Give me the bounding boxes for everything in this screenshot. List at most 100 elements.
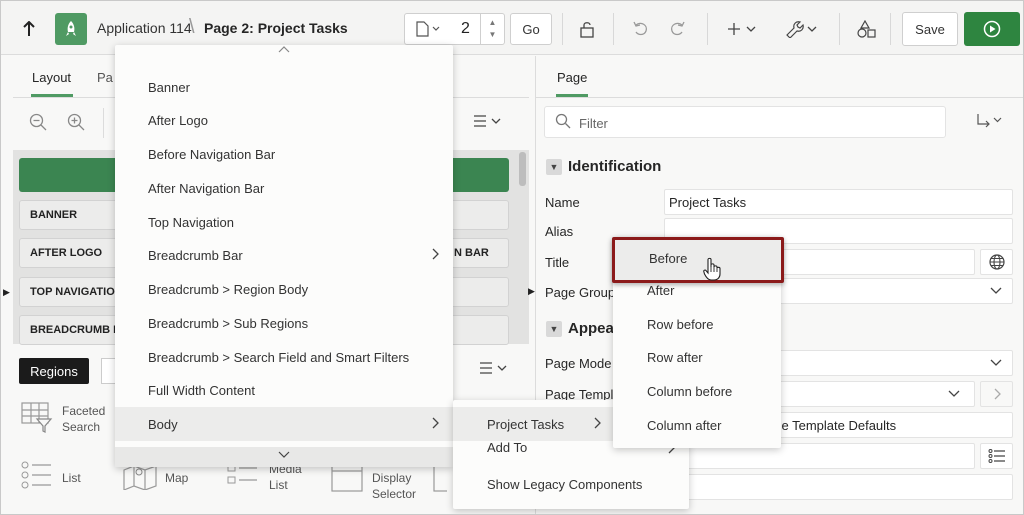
redo-icon[interactable] (661, 13, 693, 45)
menu-item-breadcrumb-search-field[interactable]: Breadcrumb > Search Field and Smart Filt… (115, 340, 453, 374)
chevron-down-icon[interactable] (948, 387, 960, 401)
menu-item-column-before[interactable]: Column before (613, 374, 781, 408)
component-label-line: Faceted (62, 404, 106, 418)
run-page-button[interactable] (964, 12, 1020, 46)
title-label: Title (545, 255, 570, 270)
shapes-icon[interactable] (851, 13, 883, 45)
page-group-label: Page Group (545, 285, 616, 300)
tab-page[interactable]: Page (557, 70, 587, 85)
menu-item-label: Breadcrumb > Search Field and Smart Filt… (148, 349, 410, 365)
menu-item-before[interactable]: Before (612, 237, 784, 283)
menu-item-label: Row before (647, 316, 714, 332)
scroll-down-icon[interactable] (278, 450, 290, 461)
menu-item-label: Breadcrumb > Sub Regions (148, 315, 309, 331)
chevron-down-icon[interactable]: ▼ (489, 29, 497, 41)
region-icon[interactable] (433, 462, 459, 498)
go-to-template-icon[interactable] (980, 381, 1013, 407)
menu-item-after-navigation-bar[interactable]: After Navigation Bar (115, 171, 453, 205)
app-name-link[interactable]: Application 114 (97, 20, 192, 36)
app-icon[interactable] (55, 13, 87, 45)
collapse-chevron-icon[interactable]: ▼ (546, 321, 562, 337)
layout-menu-icon[interactable] (473, 114, 503, 131)
page-number-input[interactable]: 2 (451, 13, 481, 45)
alias-label: Alias (545, 224, 574, 239)
chevron-down-icon[interactable] (990, 356, 1002, 370)
menu-item-before-navigation-bar[interactable]: Before Navigation Bar (115, 137, 453, 171)
identification-section-header[interactable]: ▼ Identification (536, 153, 1023, 183)
tab-page-search[interactable]: Pa (97, 70, 113, 85)
tab-layout[interactable]: Layout (32, 70, 71, 85)
up-arrow-icon[interactable] (15, 15, 43, 43)
menu-item-label: Show Legacy Components (487, 476, 643, 492)
gallery-menu-icon[interactable] (479, 361, 509, 378)
list-label[interactable]: List (62, 470, 81, 486)
menu-item-label: Project Tasks (487, 416, 565, 432)
slot-label: TOP NAVIGATION (30, 286, 123, 298)
wrench-icon[interactable] (781, 13, 821, 45)
section-title: Appea (568, 320, 614, 337)
slot-label: N BAR (454, 247, 489, 259)
css-classes-field[interactable] (664, 474, 1013, 500)
expand-triangle-icon[interactable]: ▶ (528, 286, 535, 297)
zoom-in-icon[interactable] (67, 113, 85, 136)
list-icon[interactable] (21, 461, 53, 495)
menu-item-banner[interactable]: Banner (115, 70, 453, 104)
display-selector-label[interactable]: Display Selector (372, 470, 416, 502)
menu-item-full-width-content[interactable]: Full Width Content (115, 373, 453, 407)
page-mode-label: Page Mode (545, 356, 612, 371)
chevron-down-icon[interactable] (990, 284, 1002, 298)
faceted-search-icon[interactable] (21, 401, 53, 439)
lock-icon[interactable] (571, 13, 603, 45)
go-button[interactable]: Go (510, 13, 552, 45)
faceted-search-label[interactable]: Faceted Search (62, 403, 105, 435)
page-picker-button[interactable] (404, 13, 452, 45)
toolbar-divider (562, 13, 563, 45)
map-label[interactable]: Map (165, 470, 188, 486)
name-label: Name (545, 195, 580, 210)
scroll-up-icon[interactable] (278, 46, 290, 57)
component-label-line: Selector (372, 487, 417, 501)
map-icon[interactable] (123, 464, 157, 496)
component-label-line: List (269, 478, 288, 492)
name-field[interactable]: Project Tasks (664, 189, 1013, 215)
menu-item-breadcrumb-sub-regions[interactable]: Breadcrumb > Sub Regions (115, 306, 453, 340)
page-number-stepper[interactable]: ▲ ▼ (481, 13, 505, 45)
expand-triangle-icon[interactable]: ▶ (3, 287, 10, 298)
chevron-up-icon[interactable]: ▲ (489, 17, 497, 29)
display-selector-icon[interactable] (331, 462, 363, 498)
save-button[interactable]: Save (902, 12, 958, 46)
menu-item-row-after[interactable]: Row after (613, 340, 781, 374)
zoom-out-icon[interactable] (29, 113, 47, 136)
filter-placeholder: Filter (579, 116, 608, 131)
menu-item-column-after[interactable]: Column after (613, 408, 781, 442)
filter-input[interactable]: Filter (544, 106, 946, 138)
component-label-line: Display (372, 471, 412, 485)
create-menu-icon[interactable] (723, 13, 763, 45)
menu-item-label: Top Navigation (148, 214, 234, 230)
menu-item-label: Column before (647, 383, 733, 399)
regions-tab[interactable]: Regions (19, 358, 89, 384)
globe-icon[interactable] (980, 249, 1013, 275)
menu-item-breadcrumb-region-body[interactable]: Breadcrumb > Region Body (115, 272, 453, 306)
slot-label: AFTER LOGO (30, 247, 103, 259)
position-context-menu: Banner After Logo Before Navigation Bar … (115, 45, 453, 467)
collapse-chevron-icon[interactable]: ▼ (546, 159, 562, 175)
menu-item-row-before[interactable]: Row before (613, 307, 781, 341)
list-options-icon[interactable] (980, 443, 1013, 469)
menu-item-show-legacy-components[interactable]: Show Legacy Components (453, 467, 689, 501)
menu-item-body[interactable]: Body (115, 407, 453, 441)
menu-item-top-navigation[interactable]: Top Navigation (115, 205, 453, 239)
menu-item-breadcrumb-bar[interactable]: Breadcrumb Bar (115, 238, 453, 272)
menu-item-label: Row after (647, 349, 703, 365)
go-to-group-icon[interactable] (976, 112, 1004, 132)
chevron-right-icon (431, 417, 439, 432)
menu-item-label: Column after (647, 417, 722, 433)
menu-item-label: After Navigation Bar (148, 180, 265, 196)
toolbar-divider (890, 13, 891, 45)
undo-icon[interactable] (625, 13, 657, 45)
search-icon (555, 113, 571, 133)
menu-item-after-logo[interactable]: After Logo (115, 103, 453, 137)
menu-item-label: Banner (148, 79, 190, 95)
menu-item-label: Body (148, 416, 178, 432)
layout-scrollbar[interactable] (519, 152, 526, 186)
